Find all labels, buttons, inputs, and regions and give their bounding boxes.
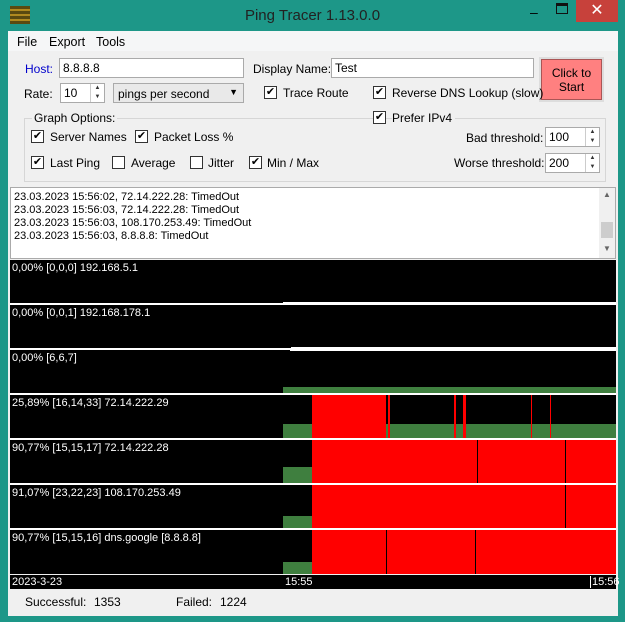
log-line: 23.03.2023 15:56:03, 108.170.253.49: Tim… [14,217,252,229]
menu-file[interactable]: File [17,35,37,49]
close-button[interactable]: ✕ [576,0,618,22]
failed-count: 1224 [220,595,247,609]
display-name-label: Display Name: [253,62,332,76]
graph-label: 90,77% [15,15,16] dns.google [8.8.8.8] [12,532,201,544]
scroll-down-icon[interactable]: ▼ [603,244,611,253]
rate-label: Rate: [24,87,53,101]
ping-line [290,350,616,351]
graph-label: 0,00% [0,0,0] 192.168.5.1 [12,262,138,274]
log-scrollbar[interactable]: ▲ ▼ [599,188,615,258]
average-checkbox[interactable] [112,156,125,169]
graph-options-group [24,118,606,182]
last-ping-checkbox[interactable]: ✔ [31,156,44,169]
graph-label: 0,00% [0,0,1] 192.168.178.1 [12,307,151,319]
success-gap [565,485,566,528]
scroll-thumb[interactable] [601,222,613,238]
success-gap [475,530,476,574]
ok-pings-bar [283,467,312,483]
rate-unit-value: pings per second [118,87,210,101]
success-gap [477,440,478,483]
graph-options-title: Graph Options: [32,111,118,125]
trace-route-label: Trace Route [283,86,349,100]
ok-pings-bar [283,516,312,528]
timeout-bar [312,485,616,528]
trace-route-checkbox[interactable]: ✔ [264,86,277,99]
packet-loss-label: Packet Loss % [154,130,234,144]
bad-threshold-label: Bad threshold: [466,131,544,145]
successful-label: Successful: [25,595,87,609]
ping-graph[interactable]: 0,00% [6,6,7] [10,350,616,393]
server-names-label: Server Names [50,130,127,144]
graph-label: 90,77% [15,15,17] 72.14.222.28 [12,442,169,454]
ping-graph[interactable]: 91,07% [23,22,23] 108.170.253.49 [10,485,616,528]
minimize-button[interactable]: – [530,4,538,20]
display-name-input[interactable] [331,58,534,78]
timeout-bar [454,395,456,438]
timeout-bar [531,395,532,438]
jitter-label: Jitter [208,156,235,170]
success-gap [386,530,387,574]
menu-tools[interactable]: Tools [96,35,125,49]
log-line: 23.03.2023 15:56:02, 72.14.222.28: Timed… [14,191,240,203]
graph-label: 91,07% [23,22,23] 108.170.253.49 [12,487,181,499]
failed-label: Failed: [176,595,213,609]
ping-graph[interactable]: 90,77% [15,15,17] 72.14.222.28 [10,440,616,483]
ping-graph[interactable]: 0,00% [0,0,1] 192.168.178.1 [10,305,616,348]
reverse-dns-checkbox[interactable]: ✔ [373,86,386,99]
rate-unit-select[interactable]: pings per second ▼ [113,83,244,103]
timeout-bar [312,395,386,438]
bad-threshold-spinner-icon[interactable]: ▲ ▼ [585,128,599,146]
server-names-checkbox[interactable]: ✔ [31,130,44,143]
scroll-up-icon[interactable]: ▲ [603,190,611,199]
ping-graph[interactable]: 90,77% [15,15,16] dns.google [8.8.8.8] [10,530,616,574]
chevron-down-icon: ▼ [229,87,238,97]
successful-count: 1353 [94,595,121,609]
start-button[interactable]: Click to Start [539,57,604,102]
menu-bar: File Export Tools [8,31,618,51]
rate-spinner-icon[interactable]: ▲ ▼ [90,84,104,102]
timeout-bar [312,440,616,483]
host-label: Host: [25,62,54,76]
timeline-end: 15:56 [590,576,620,588]
host-input[interactable] [59,58,244,78]
timeout-bar [550,395,551,438]
packet-loss-checkbox[interactable]: ✔ [135,130,148,143]
timeout-bar [388,395,390,438]
worse-threshold-spinner-icon[interactable]: ▲ ▼ [585,154,599,172]
last-ping-label: Last Ping [50,156,101,170]
maximize-button[interactable] [556,3,568,14]
graph-label: 25,89% [16,14,33] 72.14.222.29 [12,397,169,409]
reverse-dns-label: Reverse DNS Lookup (slow) [392,86,544,100]
title-bar: Ping Tracer 1.13.0.0 – ✕ [0,0,625,31]
ok-pings-bar [283,562,312,574]
log-line: 23.03.2023 15:56:03, 8.8.8.8: TimedOut [14,230,209,242]
status-bar: Successful: 1353 Failed: 1224 [8,590,618,615]
min-max-checkbox[interactable]: ✔ [249,156,262,169]
worse-threshold-label: Worse threshold: [454,156,545,170]
min-max-label: Min / Max [267,156,320,170]
timeline: 2023-3-23 15:55 15:56 [10,575,620,589]
timeout-bar [463,395,466,438]
timeline-date: 2023-3-23 [12,576,63,588]
prefer-ipv4-checkbox[interactable]: ✔ [373,111,386,124]
average-label: Average [131,156,176,170]
log-line: 23.03.2023 15:56:03, 72.14.222.28: Timed… [14,204,240,216]
success-gap [565,440,566,483]
jitter-checkbox[interactable] [190,156,203,169]
ping-graph[interactable]: 0,00% [0,0,0] 192.168.5.1 [10,260,616,303]
graph-label: 0,00% [6,6,7] [12,352,77,364]
timeline-start: 15:55 [285,576,313,588]
timeout-bar [312,530,616,574]
menu-export[interactable]: Export [49,35,85,49]
ping-graph[interactable]: 25,89% [16,14,33] 72.14.222.29 [10,395,616,438]
prefer-ipv4-label: Prefer IPv4 [392,111,456,125]
log-textbox[interactable]: 23.03.2023 15:56:02, 72.14.222.28: Timed… [10,187,616,259]
